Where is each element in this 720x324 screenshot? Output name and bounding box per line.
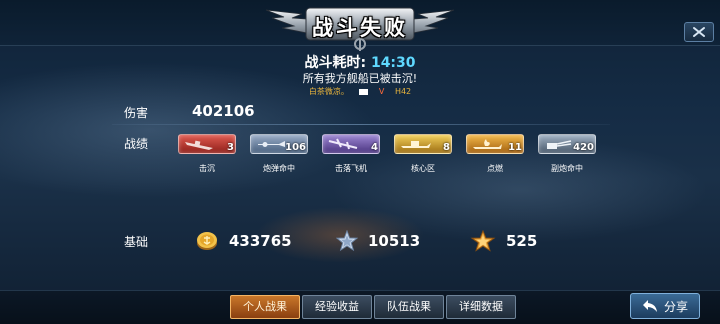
silver-coin-icon xyxy=(197,232,217,250)
medal-badge: 106 xyxy=(250,134,308,154)
core-hit-icon xyxy=(401,141,431,148)
tab-detailed-data[interactable]: 详细数据 xyxy=(446,295,516,319)
share-arrow-icon xyxy=(642,300,657,312)
flag-icon xyxy=(359,88,369,95)
secondary-gun-icon xyxy=(547,140,572,149)
merit-star-icon xyxy=(470,230,496,252)
battle-duration: 战斗耗时: 14:30 xyxy=(0,52,720,72)
tab-team-result[interactable]: 队伍战果 xyxy=(374,295,444,319)
medal-name: 击落飞机 xyxy=(335,164,367,173)
shell-hit-icon xyxy=(258,141,285,147)
merit-value: 525 xyxy=(506,232,538,250)
player-grade: V xyxy=(378,87,385,96)
base-label: 基础 xyxy=(124,235,149,249)
record-label: 战绩 xyxy=(124,137,149,151)
medal-badge: 420 xyxy=(538,134,596,154)
silver-value: 433765 xyxy=(229,232,292,250)
medal-list: 3 击沉 106 炮弹命中 4 击落飞机 8 核心区 11 点燃 420 副炮命… xyxy=(178,134,608,174)
exp-value: 10513 xyxy=(368,232,421,250)
medal-core-hit[interactable]: 8 核心区 xyxy=(394,134,454,174)
merit-stat: 525 xyxy=(470,230,537,252)
battle-duration-value: 14:30 xyxy=(370,55,416,71)
medal-shell-hit[interactable]: 106 炮弹命中 xyxy=(250,134,310,174)
plane-down-icon xyxy=(328,138,358,150)
medal-secondary-gun[interactable]: 420 副炮命中 xyxy=(538,134,598,174)
medal-name: 击沉 xyxy=(199,164,215,173)
exp-stat: 10513 xyxy=(336,230,420,252)
medal-badge: 11 xyxy=(466,134,524,154)
tab-personal-result[interactable]: 个人战果 xyxy=(230,295,300,319)
medal-badge: 8 xyxy=(394,134,452,154)
sunk-ship-icon xyxy=(185,140,213,150)
medal-plane-down[interactable]: 4 击落飞机 xyxy=(322,134,382,174)
divider xyxy=(112,124,610,125)
medal-count: 106 xyxy=(285,142,306,153)
battle-result-emblem: 战斗失败 xyxy=(262,0,458,52)
medal-name: 核心区 xyxy=(411,164,435,173)
player-info: 白茶微凉。 V H42 xyxy=(0,86,720,97)
fire-icon xyxy=(473,139,502,149)
medal-count: 11 xyxy=(508,142,522,153)
player-name: 白茶微凉。 xyxy=(308,87,349,96)
battle-duration-label: 战斗耗时: xyxy=(304,55,367,71)
medal-badge: 4 xyxy=(322,134,380,154)
close-button[interactable] xyxy=(684,22,714,42)
medal-name: 炮弹命中 xyxy=(263,164,295,173)
medal-name: 副炮命中 xyxy=(551,164,583,173)
medal-count: 8 xyxy=(443,142,450,153)
battle-result-title: 战斗失败 xyxy=(312,16,408,40)
ship-code: H42 xyxy=(394,87,412,96)
medal-badge: 3 xyxy=(178,134,236,154)
medal-sunk[interactable]: 3 击沉 xyxy=(178,134,238,174)
medal-fire[interactable]: 11 点燃 xyxy=(466,134,526,174)
damage-label: 伤害 xyxy=(124,106,149,120)
share-button[interactable]: 分享 xyxy=(630,293,700,319)
damage-value: 402106 xyxy=(192,102,255,120)
close-icon xyxy=(693,27,705,37)
exp-star-icon xyxy=(336,230,358,252)
medal-count: 3 xyxy=(227,142,234,153)
share-label: 分享 xyxy=(663,299,688,314)
battle-summary: 所有我方舰船已被击沉! xyxy=(302,72,418,85)
medal-count: 420 xyxy=(573,142,594,153)
silver-stat: 433765 xyxy=(195,230,292,252)
medal-name: 点燃 xyxy=(487,164,503,173)
tab-exp-gain[interactable]: 经验收益 xyxy=(302,295,372,319)
medal-count: 4 xyxy=(371,142,378,153)
